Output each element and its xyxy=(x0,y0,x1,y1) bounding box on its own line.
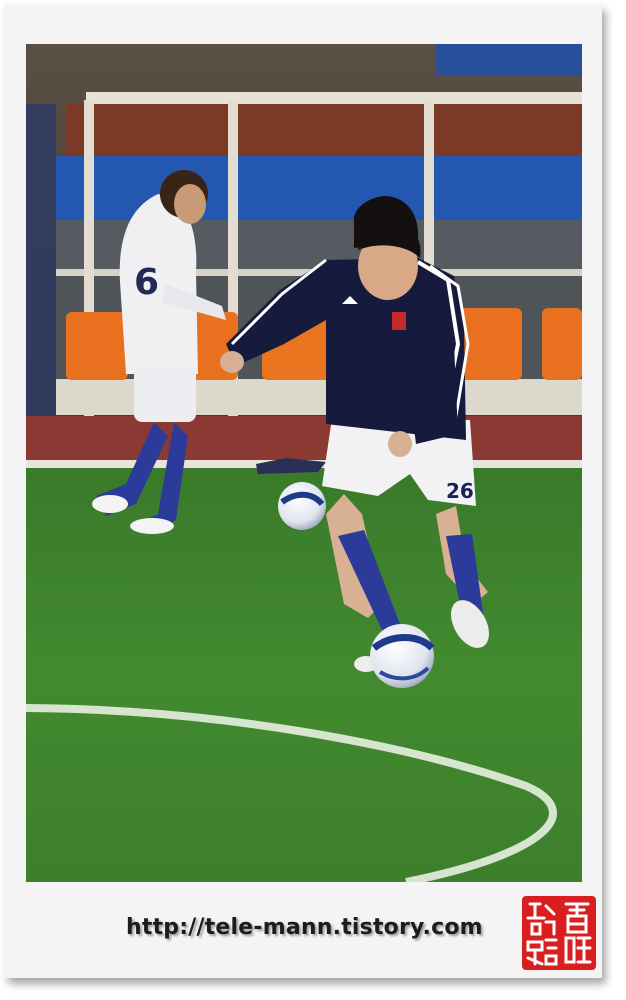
background-player-number: 6 xyxy=(134,262,159,303)
soccer-ball xyxy=(370,624,435,688)
jersey-number: 26 xyxy=(446,479,474,503)
team-bench xyxy=(36,92,582,443)
blog-url-watermark: http://tele-mann.tistory.com xyxy=(126,915,483,940)
red-seal-stamp xyxy=(522,896,596,970)
background-ball xyxy=(278,482,326,530)
soccer-photo: 6 26 xyxy=(26,44,582,882)
